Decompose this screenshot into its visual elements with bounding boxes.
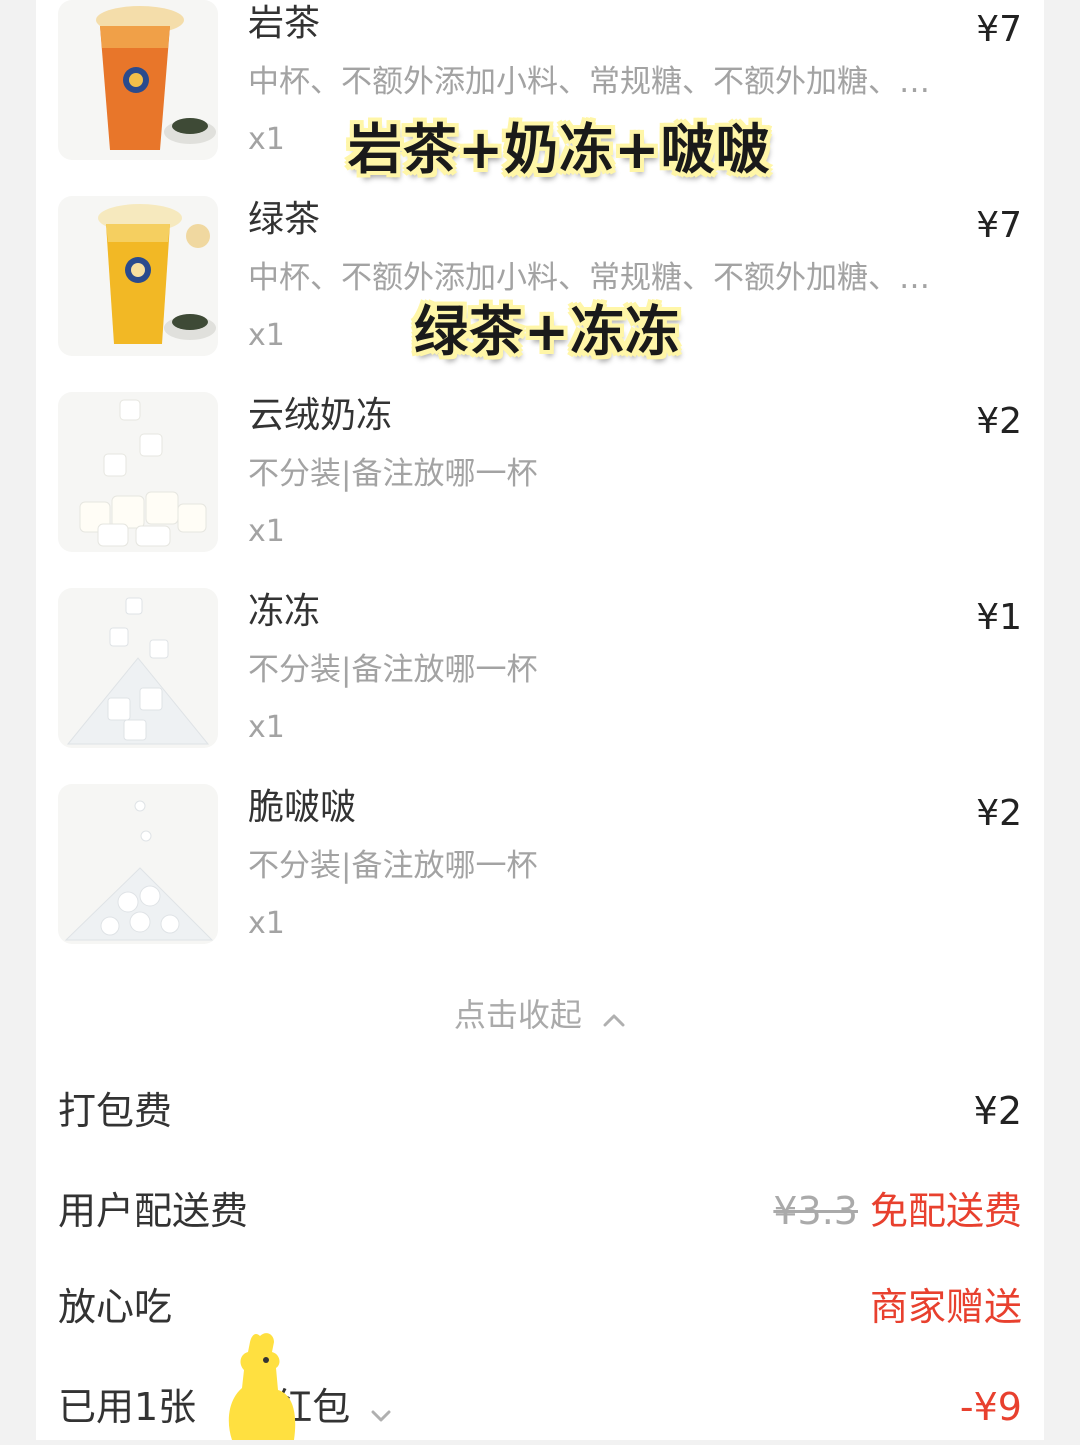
collapse-toggle-button[interactable]: 点击收起 <box>36 990 1044 1042</box>
item-spec: 不分装|备注放哪一杯 <box>248 848 538 884</box>
item-qty: x1 <box>248 906 285 941</box>
coupon-row[interactable]: 已用1张 红包 -¥9 <box>36 1372 1044 1442</box>
chevron-down-icon[interactable] <box>370 1375 392 1445</box>
item-qty: x1 <box>248 710 285 745</box>
item-qty: x1 <box>248 318 285 353</box>
item-name: 冻冻 <box>248 591 321 632</box>
item-spec: 不分装|备注放哪一杯 <box>248 456 538 492</box>
delivery-fee-label: 用户配送费 <box>58 1189 249 1233</box>
free-delivery-text: 免配送费 <box>869 1189 1022 1233</box>
item-price: ¥1 <box>976 597 1022 638</box>
assurance-value: 商家赠送 <box>869 1285 1022 1329</box>
coupon-value: -¥9 <box>959 1385 1022 1429</box>
coupon-label-prefix: 已用1张 <box>58 1385 197 1429</box>
item-name: 脆啵啵 <box>248 787 357 828</box>
item-price: ¥2 <box>976 401 1022 442</box>
packing-fee-row: 打包费 ¥2 <box>36 1076 1044 1146</box>
assurance-label: 放心吃 <box>58 1285 173 1329</box>
packing-fee-label: 打包费 <box>58 1089 173 1133</box>
jelly-image <box>58 588 218 748</box>
delivery-fee-value: ¥3.3 免配送费 <box>773 1176 1022 1246</box>
assurance-row: 放心吃 商家赠送 <box>36 1272 1044 1342</box>
delivery-fee-row: 用户配送费 ¥3.3 免配送费 <box>36 1176 1044 1246</box>
item-name: 岩茶 <box>248 3 321 44</box>
list-item-milk-jelly[interactable]: 云绒奶冻 ¥2 不分装|备注放哪一杯 x1 <box>36 392 1044 568</box>
annotation-overlay-green-tea: 绿茶+冻冻 <box>414 300 681 363</box>
item-spec: 中杯、不额外添加小料、常规糖、不额外加糖、… <box>248 64 930 100</box>
item-name: 绿茶 <box>248 199 321 240</box>
item-qty: x1 <box>248 122 285 157</box>
item-price: ¥2 <box>976 793 1022 834</box>
item-price: ¥7 <box>976 205 1022 246</box>
collapse-label: 点击收起 <box>453 996 582 1034</box>
item-spec: 不分装|备注放哪一杯 <box>248 652 538 688</box>
order-detail-card: 岩茶 ¥7 中杯、不额外添加小料、常规糖、不额外加糖、… x1 岩茶+奶冻+啵啵… <box>36 0 1044 1440</box>
item-spec: 中杯、不额外添加小料、常规糖、不额外加糖、… <box>248 260 930 296</box>
crispy-boba-image <box>58 784 218 944</box>
item-qty: x1 <box>248 514 285 549</box>
kangaroo-mascot-icon <box>208 1330 318 1440</box>
packing-fee-value: ¥2 <box>973 1089 1022 1133</box>
annotation-overlay-rock-tea: 岩茶+奶冻+啵啵 <box>348 118 771 181</box>
milk-jelly-image <box>58 392 218 552</box>
list-item-crispy-boba[interactable]: 脆啵啵 ¥2 不分装|备注放哪一杯 x1 <box>36 784 1044 960</box>
delivery-original-price: ¥3.3 <box>773 1189 858 1233</box>
item-name: 云绒奶冻 <box>248 395 393 436</box>
item-price: ¥7 <box>976 9 1022 50</box>
rock-tea-image <box>58 0 218 160</box>
list-item-jelly[interactable]: 冻冻 ¥1 不分装|备注放哪一杯 x1 <box>36 588 1044 764</box>
green-tea-image <box>58 196 218 356</box>
chevron-up-icon <box>602 992 626 1042</box>
